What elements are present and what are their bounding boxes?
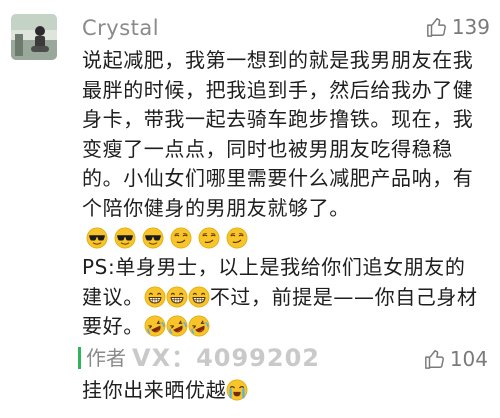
comment-like-button[interactable]: 139: [426, 14, 490, 40]
author-tag: 作者: [86, 346, 126, 370]
grin-emoji: [144, 286, 166, 308]
rofl-emoji: [166, 315, 188, 337]
rofl-emoji: [188, 315, 210, 337]
thumbs-up-icon: [426, 18, 446, 37]
crying-emoji: [226, 379, 248, 401]
grin-emoji: [188, 286, 210, 308]
comment-body: 说起减肥，我第一想到的就是我男朋友在我最胖的时候，把我追到手，然后给我办了健身卡…: [82, 46, 486, 342]
comment-username[interactable]: Crystal: [82, 14, 159, 42]
grin-emoji: [166, 286, 188, 308]
thumbs-up-icon: [424, 350, 444, 369]
emoji-row-1: [86, 227, 248, 249]
comment-text-block: 说起减肥，我第一想到的就是我男朋友在我最胖的时候，把我追到手，然后给我办了健身卡…: [82, 46, 486, 253]
sunglasses-emoji: [86, 227, 108, 249]
sunglasses-emoji: [142, 227, 164, 249]
smirk-emoji: [226, 227, 248, 249]
smirk-emoji: [198, 227, 220, 249]
author-reply-header: 作者 VX：4099202: [78, 345, 320, 371]
author-indicator-bar: [78, 347, 81, 369]
reply-like-count: 104: [449, 347, 488, 371]
watermark-text: VX：4099202: [132, 344, 320, 372]
sunglasses-emoji: [114, 227, 136, 249]
avatar[interactable]: [11, 14, 57, 60]
comment-like-count: 139: [451, 15, 490, 39]
comment-ps-block: PS:单身男士，以上是我给你们追女朋友的建议。 不过，前提是——你自己身材要好。: [82, 253, 486, 342]
rofl-emoji: [144, 315, 166, 337]
smirk-emoji: [170, 227, 192, 249]
reply-body: 挂你出来晒优越: [82, 376, 248, 405]
comment-text-part1: 说起减肥，我第一想到的就是我男朋友在我最胖的时候，把我追到手，然后给我办了健身卡…: [82, 48, 474, 220]
avatar-image: [11, 14, 57, 60]
reply-text: 挂你出来晒优越: [82, 378, 227, 402]
reply-like-button[interactable]: 104: [424, 346, 488, 372]
